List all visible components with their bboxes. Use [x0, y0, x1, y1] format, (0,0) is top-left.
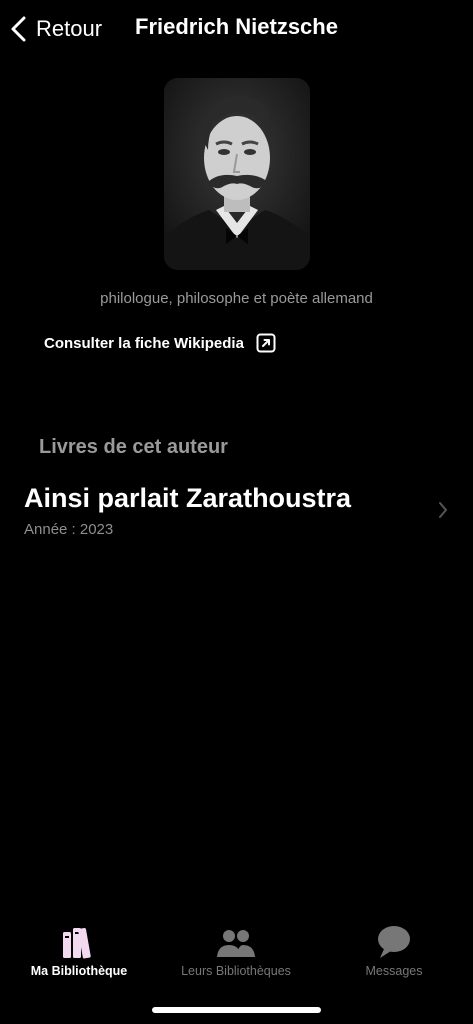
tab-label: Messages	[365, 964, 423, 978]
books-section-title: Livres de cet auteur	[39, 436, 228, 458]
navigation-bar: Retour Friedrich Nietzsche	[0, 0, 473, 58]
book-title: Ainsi parlait Zarathoustra	[24, 483, 352, 513]
book-list-item[interactable]: Ainsi parlait Zarathoustra Année : 2023	[0, 478, 473, 548]
tab-messages[interactable]: Messages	[315, 920, 473, 990]
home-indicator	[152, 1007, 321, 1013]
chevron-right-icon	[439, 502, 447, 518]
author-description: philologue, philosophe et poète allemand	[100, 290, 373, 307]
people-icon	[217, 930, 255, 957]
tab-label: Ma Bibliothèque	[30, 964, 128, 978]
books-icon	[63, 927, 91, 959]
wikipedia-link[interactable]: Consulter la fiche Wikipedia	[44, 333, 276, 353]
tab-bar: Ma Bibliothèque Leurs Bibliothèques Mess…	[0, 920, 473, 1000]
chevron-left-icon	[11, 16, 26, 42]
tab-label: Leurs Bibliothèques	[181, 964, 291, 978]
back-label: Retour	[36, 16, 103, 41]
chat-bubble-icon	[378, 926, 410, 958]
author-portrait	[164, 78, 310, 270]
page-title: Friedrich Nietzsche	[135, 14, 338, 39]
book-year: Année : 2023	[24, 521, 114, 538]
tab-leurs-bibliotheques[interactable]: Leurs Bibliothèques	[157, 920, 315, 990]
wikipedia-link-label: Consulter la fiche Wikipedia	[44, 334, 244, 352]
external-link-icon	[256, 333, 276, 353]
back-button[interactable]: Retour	[8, 12, 102, 46]
tab-ma-bibliotheque[interactable]: Ma Bibliothèque	[0, 920, 158, 990]
